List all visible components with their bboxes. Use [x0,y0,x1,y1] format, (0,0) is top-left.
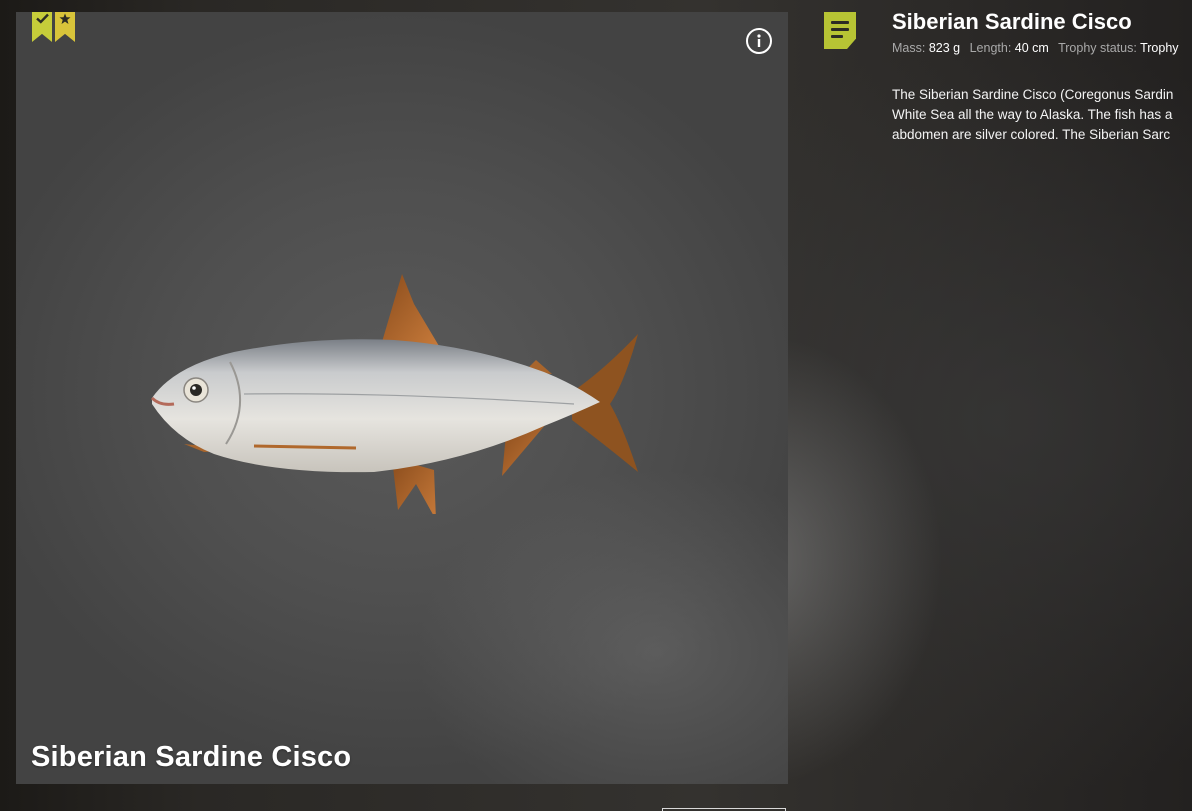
card-fish-name: Siberian Sardine Cisco [31,741,352,773]
fish-image-panel: Siberian Sardine Cisco [16,12,788,784]
caught-badge [32,12,52,42]
description-line: The Siberian Sardine Cisco (Coregonus Sa… [892,87,1174,102]
trophy-badge [55,12,75,42]
star-icon [59,13,71,24]
notes-icon[interactable] [824,12,856,49]
mass-value: 823 g [928,41,961,55]
fish-details: Siberian Sardine Cisco Mass: 823 g Lengt… [892,8,1192,145]
fish-illustration [150,274,638,514]
status-badges [32,12,75,42]
checkmark-icon [35,13,49,24]
info-button[interactable] [746,28,772,54]
length-label: Length: [969,41,1012,55]
trophy-label: Trophy status: [1058,41,1137,55]
description-line: White Sea all the way to Alaska. The fis… [892,107,1173,122]
description-line: abdomen are silver colored. The Siberian… [892,127,1171,142]
fish-name-heading: Siberian Sardine Cisco [892,9,1132,34]
fish-stats: Mass: 823 g Length: 40 cm Trophy status:… [892,41,1192,55]
info-icon [757,34,761,47]
fish-description: The Siberian Sardine Cisco (Coregonus Sa… [892,85,1192,145]
length-value: 40 cm [1014,41,1049,55]
trophy-value: Trophy [1140,41,1179,55]
mass-label: Mass: [892,41,926,55]
